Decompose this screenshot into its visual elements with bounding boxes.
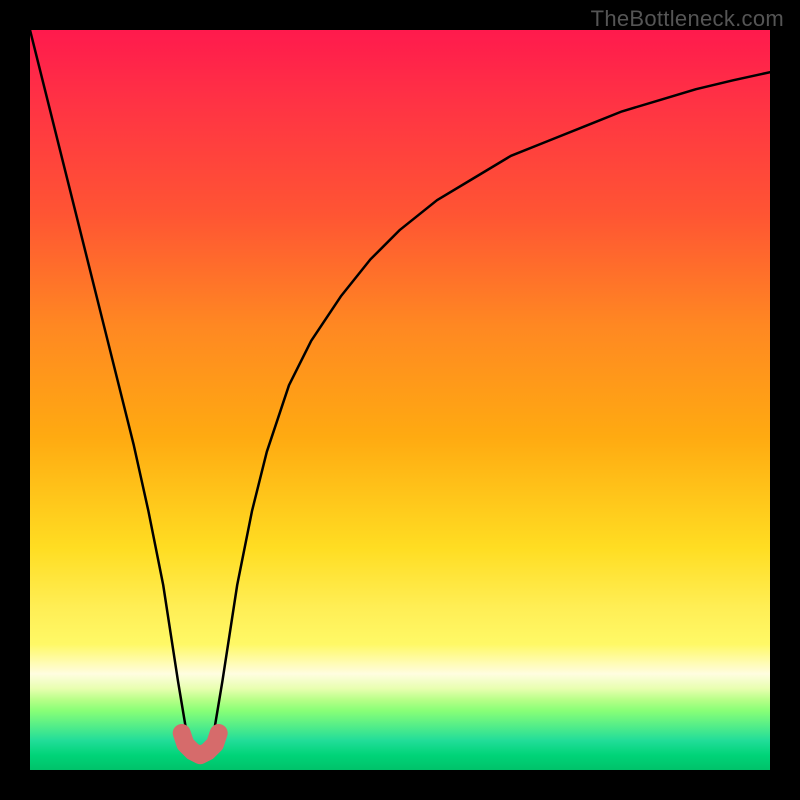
curve-layer [30,30,770,770]
watermark-text: TheBottleneck.com [591,6,784,32]
bottleneck-curve [30,30,770,755]
plot-area [30,30,770,770]
minimum-marker [182,733,219,755]
chart-container: TheBottleneck.com [0,0,800,800]
